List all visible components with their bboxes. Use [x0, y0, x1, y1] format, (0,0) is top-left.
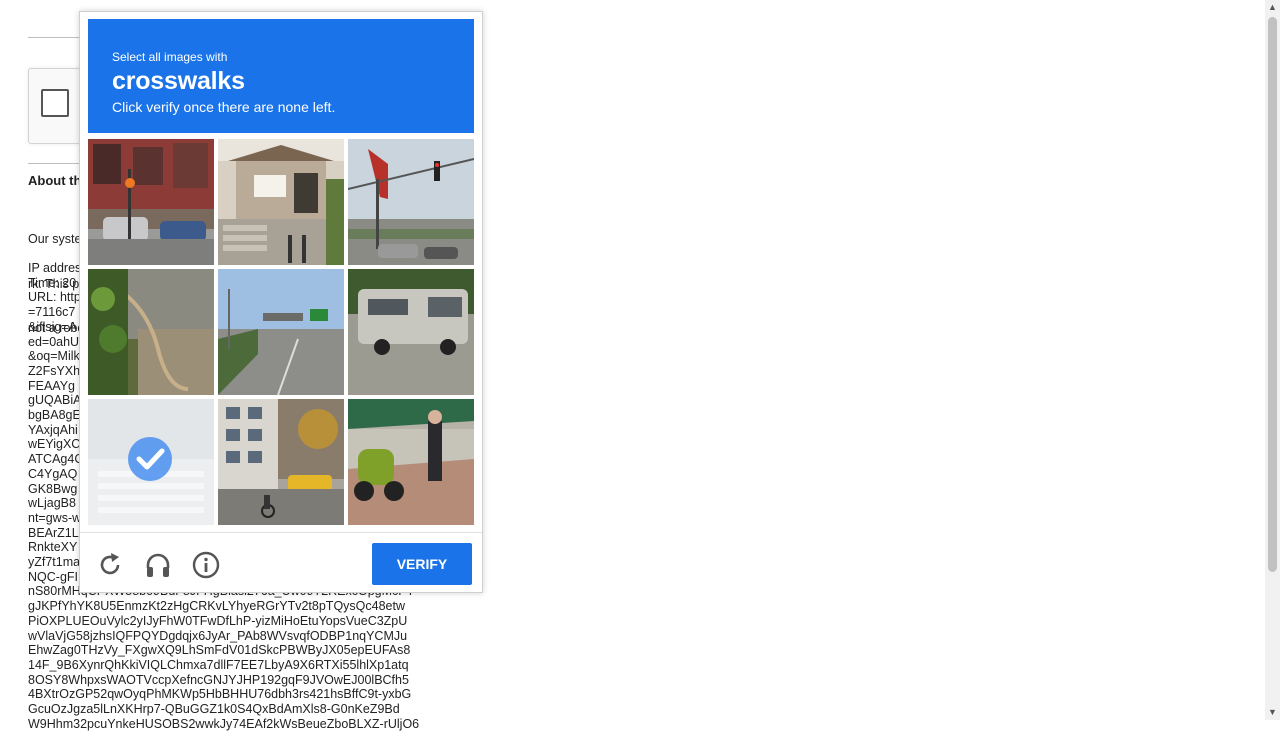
scroll-up-arrow-icon[interactable]: ▲ [1265, 0, 1280, 15]
image-tile-4[interactable] [88, 269, 214, 395]
instruction-target: crosswalks [112, 67, 245, 95]
info-icon[interactable] [191, 550, 221, 580]
info-line: 14F_9B6XynrQhKkiVIQLChmxa7dllF7EE7LbyA9X… [28, 657, 409, 672]
instruction-subtext: Click verify once there are none left. [112, 99, 336, 115]
recaptcha-checkbox[interactable] [41, 89, 69, 117]
recaptcha-challenge-dialog: Select all images with crosswalks Click … [79, 11, 483, 593]
image-grid [88, 139, 474, 525]
scrollbar-thumb[interactable] [1268, 17, 1277, 572]
info-line: W9Hhm32pcuYnkeHUSOBS2wwkJy74EAf2kWsBeueZ… [28, 716, 420, 731]
verify-button[interactable]: VERIFY [372, 543, 472, 585]
info-line: gJKPfYhYK8U5EnmzKt2zHgCRKvLYhyeRGrYTv2t8… [28, 599, 405, 614]
image-tile-3[interactable] [348, 139, 474, 265]
audio-icon[interactable] [143, 550, 173, 580]
about-heading: About th [28, 173, 82, 188]
page-scrollbar[interactable]: ▲ ▼ [1265, 0, 1280, 720]
instruction-small: Select all images with [112, 50, 228, 64]
image-tile-6[interactable] [348, 269, 474, 395]
image-tile-8[interactable] [218, 399, 344, 525]
info-line: 8OSY8WhpxsWAOTVccpXefncGNJYJHP192gqF9JVO… [28, 672, 409, 687]
info-line: EhwZag0THzVy_FXgwXQ9LhSmFdV01dSkcPBWByJX… [28, 643, 411, 658]
reload-icon[interactable] [95, 550, 125, 580]
challenge-header: Select all images with crosswalks Click … [88, 19, 474, 133]
info-line: 4BXtrOzGP52qwOyqPhMKWp5HbBHHU76dbh3rs421… [28, 687, 412, 702]
info-line: GcuOzJgza5lLnXKHrp7-QBuGGZ1k0S4QxBdAmXls… [28, 702, 400, 717]
info-line: PiOXPLUEOuVylc2yIJyFhW0TFwDfLhP-yizMiHoE… [28, 613, 408, 628]
image-tile-7[interactable] [88, 399, 214, 525]
image-tile-1[interactable] [88, 139, 214, 265]
image-tile-5[interactable] [218, 269, 344, 395]
challenge-footer: VERIFY [80, 532, 482, 593]
info-line: wVlaVjG58jzhsIQFPQYDgdqjx6JyAr_PAb8WVsvq… [28, 628, 408, 643]
image-tile-2[interactable] [218, 139, 344, 265]
image-tile-9[interactable] [348, 399, 474, 525]
scroll-down-arrow-icon[interactable]: ▼ [1265, 705, 1280, 720]
